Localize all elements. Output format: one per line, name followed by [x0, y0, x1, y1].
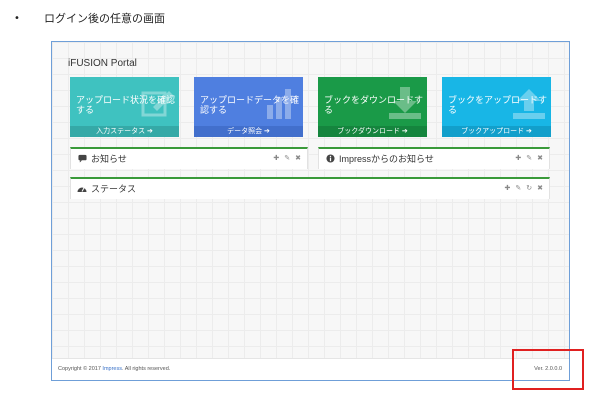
close-icon[interactable]: ✖: [295, 154, 301, 162]
copyright-suffix: . All rights reserved.: [121, 366, 171, 372]
tile-footer-link[interactable]: データ照会 ➔: [194, 126, 303, 137]
portal-title: iFUSION Portal: [68, 58, 137, 69]
tile-text: ブックをダウンロードする: [324, 95, 424, 115]
comment-icon: [77, 153, 87, 163]
tile-footer-link[interactable]: ブックアップロード ➔: [442, 126, 551, 137]
arrow-circle-icon: ➔: [399, 128, 408, 135]
version-highlight-box: [512, 349, 584, 390]
tile-footer-label: ブックダウンロード: [337, 128, 400, 135]
portal-footer: Copyright © 2017 Impress. All rights res…: [52, 358, 569, 380]
panel-header: お知らせ ✚ ✎ ✖: [71, 149, 307, 167]
tile-upload-data[interactable]: アップロードデータを確認する データ照会 ➔: [194, 77, 303, 137]
impress-link[interactable]: Impress: [102, 366, 122, 372]
tile-text: ブックをアップロードする: [448, 95, 548, 115]
panel-tools: ✚ ✎ ✖: [273, 154, 301, 162]
arrow-circle-icon: ➔: [145, 128, 153, 135]
tile-text: アップロードデータを確認する: [200, 95, 300, 115]
panel-impress-news: Impressからのお知らせ ✚ ✎ ✖: [318, 147, 550, 169]
caption-text: ログイン後の任意の画面: [44, 12, 165, 25]
wrench-icon[interactable]: ✎: [515, 184, 521, 192]
info-icon: [325, 153, 335, 163]
bullet: •: [14, 12, 20, 24]
wrench-icon[interactable]: ✎: [526, 154, 532, 162]
arrow-circle-icon: ➔: [262, 128, 270, 135]
panel-tools: ✚ ✎ ↻ ✖: [505, 184, 544, 192]
tile-text: アップロード状況を確認する: [76, 95, 176, 115]
close-icon[interactable]: ✖: [537, 184, 543, 192]
wrench-icon[interactable]: ✎: [284, 154, 290, 162]
panel-title: ステータス: [91, 183, 137, 194]
document-caption-line: • ログイン後の任意の画面: [14, 10, 165, 26]
close-icon[interactable]: ✖: [537, 154, 543, 162]
arrow-circle-icon: ➔: [524, 128, 532, 135]
tile-footer-label: ブックアップロード: [461, 128, 525, 135]
move-icon[interactable]: ✚: [273, 154, 279, 162]
panel-header: ステータス ✚ ✎ ↻ ✖: [71, 179, 549, 197]
tile-book-upload[interactable]: ブックをアップロードする ブックアップロード ➔: [442, 77, 551, 137]
copyright-text: Copyright © 2017 Impress. All rights res…: [58, 366, 170, 372]
move-icon[interactable]: ✚: [515, 154, 521, 162]
move-icon[interactable]: ✚: [505, 184, 511, 192]
panel-title: Impressからのお知らせ: [339, 153, 434, 164]
portal-screenshot: iFUSION Portal アップロード状況を確認する 入力ステータス ➔ ア…: [51, 41, 570, 381]
copyright-prefix: Copyright © 2017: [58, 366, 103, 372]
panel-status: ステータス ✚ ✎ ↻ ✖: [70, 177, 550, 199]
tile-upload-status[interactable]: アップロード状況を確認する 入力ステータス ➔: [70, 77, 179, 137]
tile-footer-link[interactable]: ブックダウンロード ➔: [318, 126, 427, 137]
panel-title: お知らせ: [91, 153, 127, 164]
panel-header: Impressからのお知らせ ✚ ✎ ✖: [319, 149, 549, 167]
panel-news: お知らせ ✚ ✎ ✖: [70, 147, 308, 169]
refresh-icon[interactable]: ↻: [526, 184, 532, 192]
tile-footer-label: データ照会: [227, 128, 263, 135]
panel-tools: ✚ ✎ ✖: [515, 154, 543, 162]
tile-footer-link[interactable]: 入力ステータス ➔: [70, 126, 179, 137]
tile-footer-label: 入力ステータス: [96, 128, 146, 135]
tile-book-download[interactable]: ブックをダウンロードする ブックダウンロード ➔: [318, 77, 427, 137]
dashboard-icon: [77, 183, 87, 193]
